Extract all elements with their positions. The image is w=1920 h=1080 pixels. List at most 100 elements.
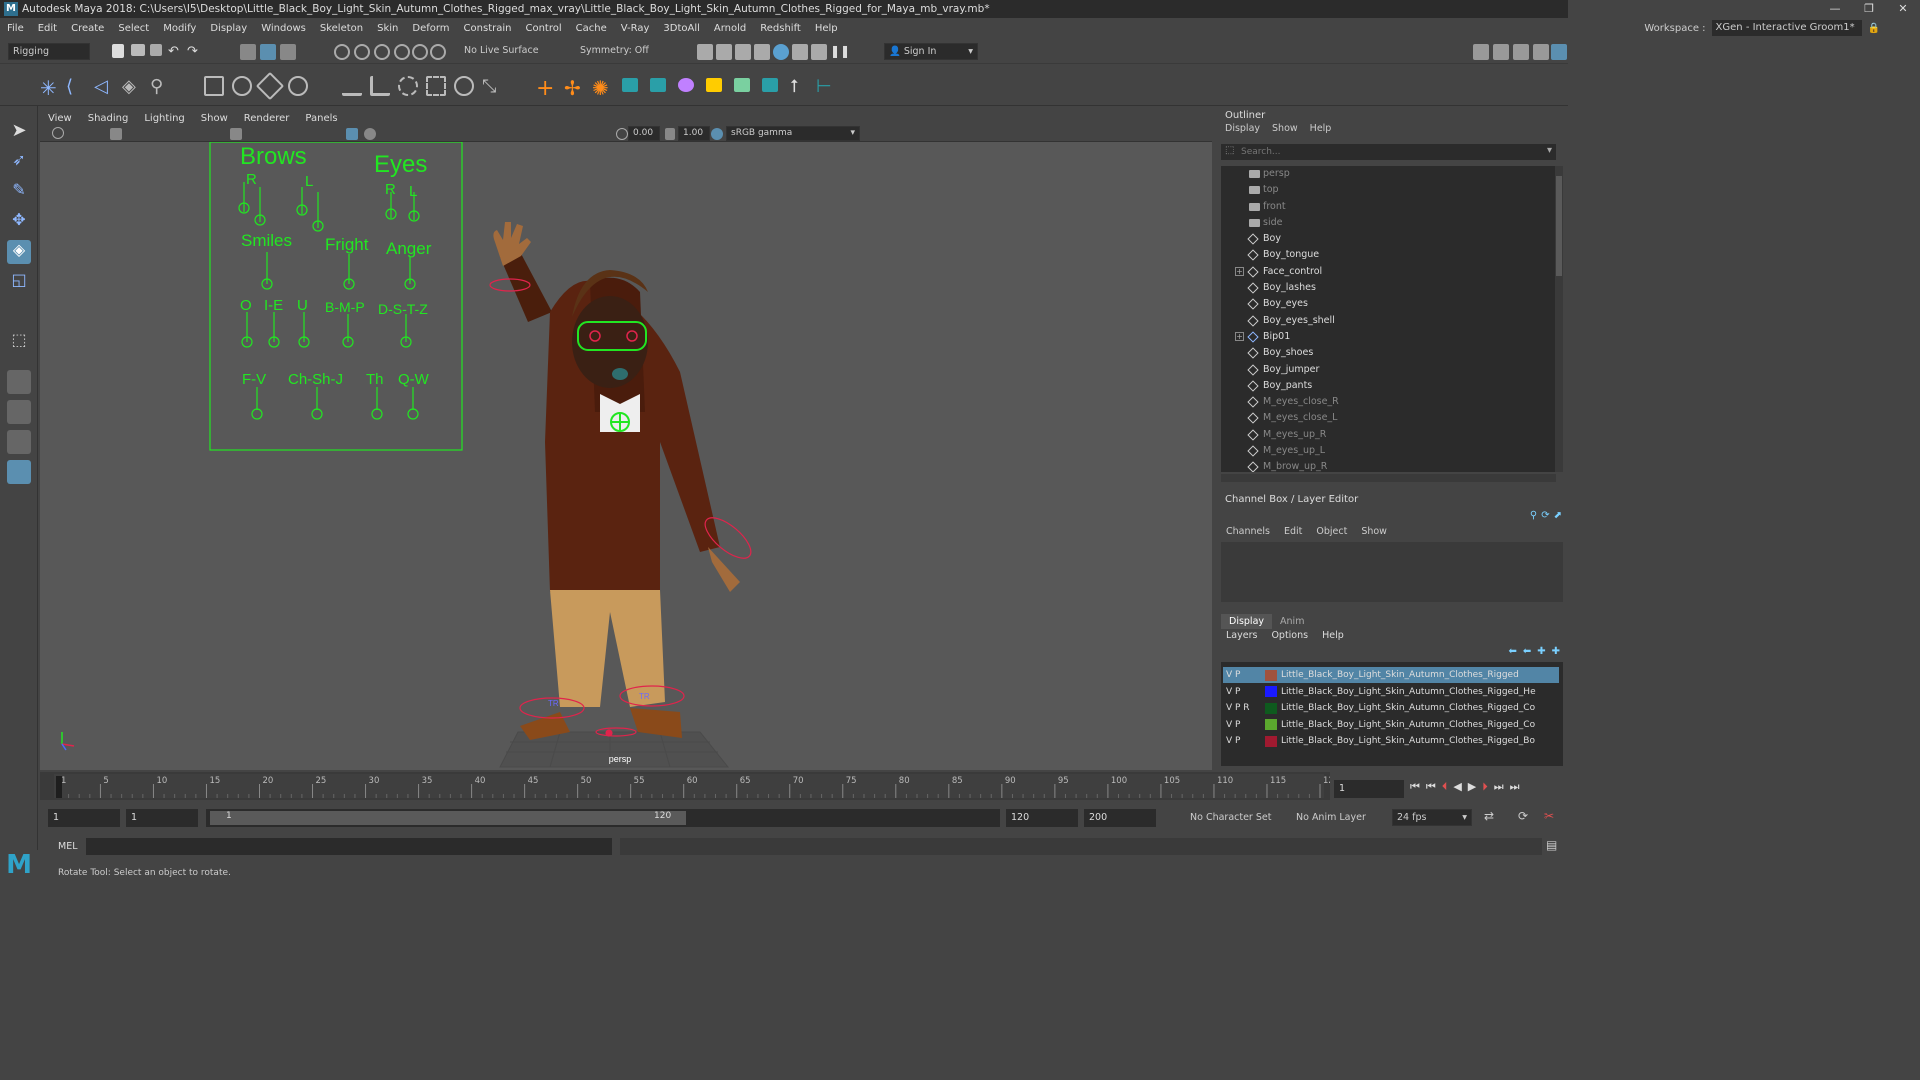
- face-control-board[interactable]: [209, 142, 463, 451]
- constraint-point-icon[interactable]: [342, 76, 362, 96]
- snap-view-icon[interactable]: [394, 44, 410, 60]
- render-settings-icon[interactable]: [754, 44, 770, 60]
- channel-box-menu-show[interactable]: Show: [1354, 526, 1394, 537]
- camera-attr-icon[interactable]: [52, 127, 64, 139]
- shader-icon[interactable]: [678, 78, 694, 92]
- go-to-end-icon[interactable]: ⏭: [1510, 780, 1520, 794]
- step-forward-key-icon[interactable]: ⏭: [1494, 780, 1504, 794]
- layer-row[interactable]: V P Little_Black_Boy_Light_Skin_Autumn_Cl…: [1223, 667, 1559, 683]
- outliner-item[interactable]: + Bip01: [1221, 329, 1556, 345]
- scale-tool-icon[interactable]: ◱: [7, 270, 31, 294]
- outliner-search[interactable]: ⬚ ▾: [1221, 144, 1556, 160]
- modeling-toolkit-icon[interactable]: [1473, 44, 1489, 60]
- vray-render-icon[interactable]: [792, 44, 808, 60]
- select-hierarchy-icon[interactable]: [240, 44, 256, 60]
- step-back-frame-icon[interactable]: ⏴: [1442, 780, 1448, 794]
- ik-spline-icon[interactable]: ◁: [94, 76, 110, 97]
- live-surface-field[interactable]: No Live Surface: [460, 43, 544, 60]
- ik-handle-icon[interactable]: ⟨: [66, 76, 82, 97]
- outliner-item[interactable]: Boy_pants: [1221, 378, 1556, 394]
- menu-3dtoall[interactable]: 3DtoAll: [656, 23, 707, 34]
- boy-character-model[interactable]: [493, 222, 740, 740]
- menu-create[interactable]: Create: [64, 23, 111, 34]
- quick-rig-icon[interactable]: ⚲: [150, 76, 166, 97]
- outliner-item[interactable]: M_eyes_close_L: [1221, 410, 1556, 426]
- wrap-deformer-icon[interactable]: [650, 78, 666, 92]
- gamma-field[interactable]: 1.00: [678, 126, 710, 141]
- snap-curve-icon[interactable]: [354, 44, 370, 60]
- attribute-icon[interactable]: ⚲: [1530, 510, 1537, 521]
- play-backward-icon[interactable]: ◀: [1453, 780, 1461, 794]
- constraint-orient-icon[interactable]: [398, 76, 418, 96]
- exposure-icon[interactable]: [616, 128, 628, 140]
- open-scene-icon[interactable]: [131, 44, 145, 56]
- smooth-shade-icon[interactable]: [346, 128, 358, 140]
- scene-start-field[interactable]: 1: [48, 809, 120, 827]
- outliner-item[interactable]: M_eyes_up_L: [1221, 443, 1556, 459]
- outliner-menu-help[interactable]: Help: [1304, 123, 1338, 134]
- anim-prefs-icon[interactable]: ✂: [1544, 809, 1554, 823]
- pause-icon[interactable]: ❚❚: [830, 44, 850, 60]
- outliner-item[interactable]: M_brow_up_R: [1221, 459, 1556, 472]
- outliner-item[interactable]: M_eyes_up_R: [1221, 427, 1556, 443]
- outliner-h-scrollbar[interactable]: [1221, 474, 1556, 482]
- outliner-search-input[interactable]: [1241, 145, 1531, 159]
- channel-box-icon[interactable]: [1551, 44, 1567, 60]
- character-set-dropdown[interactable]: No Character Set: [1186, 810, 1282, 827]
- outliner-layout-icon[interactable]: [7, 460, 31, 484]
- sign-in-button[interactable]: 👤 Sign In ▾: [884, 43, 978, 60]
- locator-icon[interactable]: +: [536, 76, 558, 101]
- paint-select-icon[interactable]: ✎: [7, 180, 31, 204]
- constraint-aim-icon[interactable]: [370, 76, 390, 96]
- rotate-tool-icon[interactable]: ◈: [7, 240, 31, 264]
- outliner-scroll-thumb[interactable]: [1556, 176, 1562, 276]
- go-to-start-icon[interactable]: ⏮: [1410, 780, 1420, 794]
- menu-redshift[interactable]: Redshift: [753, 23, 808, 34]
- constraint-parent-icon[interactable]: [454, 76, 474, 96]
- maximize-button[interactable]: ❐: [1852, 0, 1886, 18]
- outliner-item[interactable]: Boy_lashes: [1221, 280, 1556, 296]
- redo-icon[interactable]: ↷: [187, 44, 203, 60]
- menu-arnold[interactable]: Arnold: [707, 23, 753, 34]
- outliner-item[interactable]: Boy_eyes_shell: [1221, 313, 1556, 329]
- single-view-icon[interactable]: [7, 370, 31, 394]
- menu-v-ray[interactable]: V-Ray: [614, 23, 657, 34]
- hik-icon[interactable]: ✺: [592, 76, 614, 100]
- tool-settings-icon[interactable]: [1533, 44, 1549, 60]
- range-slider-handle-bar[interactable]: [210, 811, 686, 825]
- select-component-icon[interactable]: [280, 44, 296, 60]
- layer-row[interactable]: V P Little_Black_Boy_Light_Skin_Autumn_Cl…: [1223, 733, 1559, 749]
- mel-input[interactable]: [86, 838, 612, 855]
- fps-dropdown[interactable]: 24 fps ▾: [1392, 809, 1472, 826]
- menu-display[interactable]: Display: [203, 23, 254, 34]
- character-controls-icon[interactable]: [1493, 44, 1509, 60]
- script-editor-icon[interactable]: ▤: [1546, 838, 1557, 852]
- panel-menu-shading[interactable]: Shading: [80, 113, 137, 124]
- menu-skeleton[interactable]: Skeleton: [313, 23, 370, 34]
- mel-label[interactable]: MEL: [58, 841, 78, 852]
- step-forward-frame-icon[interactable]: ⏵: [1482, 780, 1488, 794]
- symmetry-dropdown[interactable]: Symmetry: Off: [576, 43, 656, 60]
- current-frame-field[interactable]: 1: [1334, 780, 1404, 798]
- insert-joint-icon[interactable]: ◈: [122, 76, 138, 97]
- gamma-icon[interactable]: [665, 128, 675, 140]
- layer-color-swatch[interactable]: [1265, 686, 1277, 697]
- range-slider[interactable]: 1 120: [206, 809, 1000, 827]
- outliner-menu-display[interactable]: Display: [1219, 123, 1266, 134]
- outliner-item[interactable]: M_eyes_close_R: [1221, 394, 1556, 410]
- four-view-icon[interactable]: [7, 400, 31, 424]
- menu-control[interactable]: Control: [518, 23, 568, 34]
- blend-shape-icon[interactable]: [622, 78, 638, 92]
- layer-row[interactable]: V P Little_Black_Boy_Light_Skin_Autumn_Cl…: [1223, 684, 1559, 700]
- current-time-marker[interactable]: [56, 776, 62, 798]
- layer-color-swatch[interactable]: [1265, 669, 1277, 681]
- color-management-icon[interactable]: [711, 128, 723, 140]
- outliner-item[interactable]: + Face_control: [1221, 264, 1556, 280]
- outliner-item[interactable]: Boy_eyes: [1221, 296, 1556, 312]
- save-scene-icon[interactable]: [150, 44, 162, 56]
- layer-visibility-toggle[interactable]: V P: [1223, 684, 1253, 700]
- bookmark-icon[interactable]: [110, 128, 122, 140]
- menu-cache[interactable]: Cache: [569, 23, 614, 34]
- select-tool-icon[interactable]: ➤: [7, 120, 31, 144]
- menu-edit[interactable]: Edit: [31, 23, 64, 34]
